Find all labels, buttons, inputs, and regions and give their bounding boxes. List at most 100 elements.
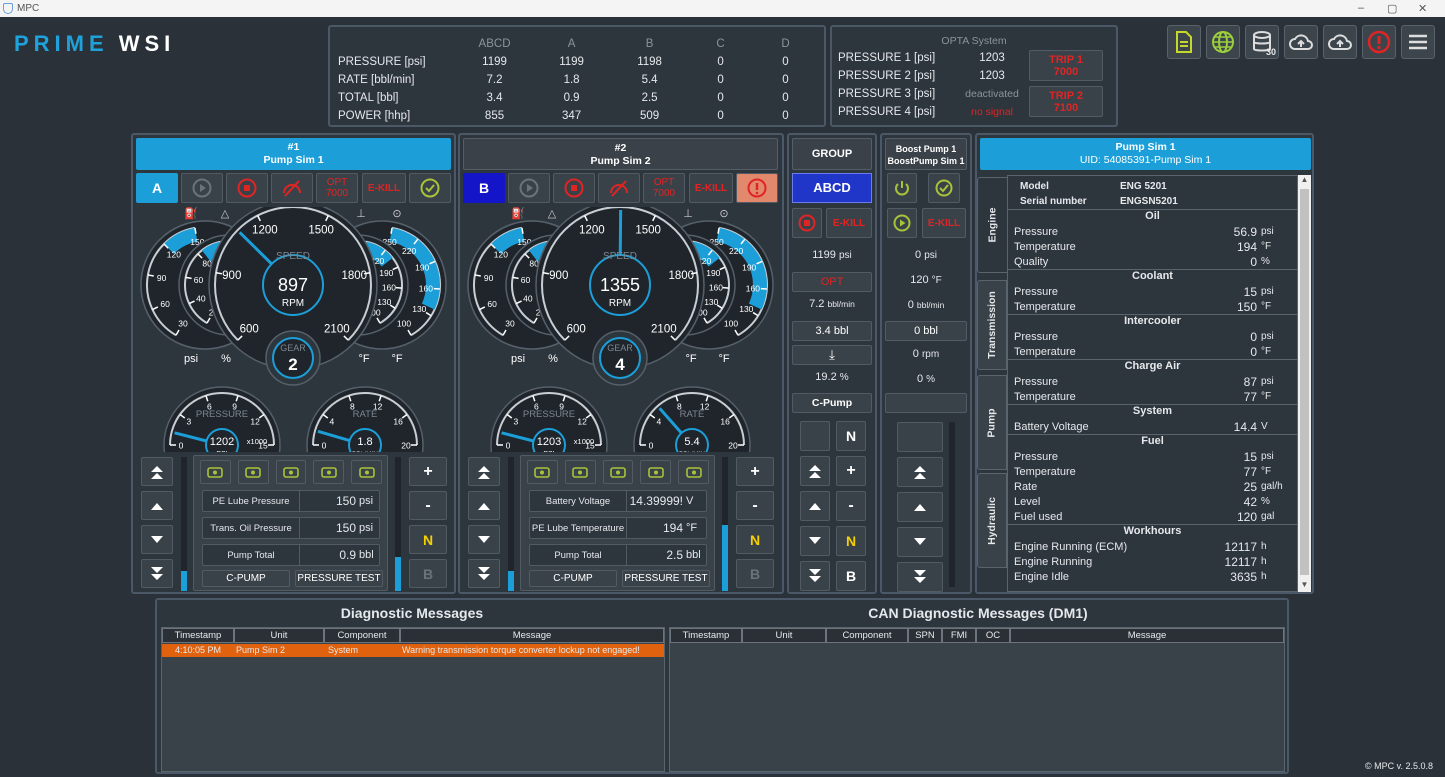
pump-letter-button[interactable]: B (463, 173, 505, 203)
group-n-button[interactable]: N (836, 421, 866, 451)
opt-button[interactable]: OPT 7000 (643, 173, 685, 203)
ok-button[interactable] (409, 173, 451, 203)
col-oc[interactable]: OC (976, 628, 1010, 643)
group-plus-button[interactable]: + (836, 456, 866, 486)
col-component[interactable]: Component (826, 628, 908, 643)
fast-down-button[interactable] (141, 559, 173, 588)
engine-status[interactable] (527, 460, 558, 484)
stop-button[interactable] (226, 173, 268, 203)
gauge-off-button[interactable] (271, 173, 313, 203)
pressure-test-button[interactable]: PRESSURE TEST (622, 570, 710, 587)
boost-up-button[interactable] (897, 492, 943, 522)
fast-up-button[interactable] (141, 457, 173, 486)
converge-status[interactable] (678, 460, 709, 484)
group-up-button[interactable] (800, 491, 830, 521)
gauge-off-button[interactable] (598, 173, 640, 203)
down-button[interactable] (468, 525, 500, 554)
plus-button[interactable]: + (409, 457, 447, 486)
group-opt-button[interactable]: OPT (792, 272, 872, 292)
minus-button[interactable]: - (736, 491, 774, 520)
detail-scrollbar[interactable]: ▲ ▼ (1298, 175, 1311, 592)
pressure-test-button[interactable]: PRESSURE TEST (295, 570, 383, 587)
up-button[interactable] (468, 491, 500, 520)
scroll-up-icon[interactable]: ▲ (1298, 175, 1311, 187)
neutral-button[interactable]: N (736, 525, 774, 554)
group-neutral-button[interactable]: N (836, 526, 866, 556)
trip2-button[interactable]: TRIP 2 7100 (1029, 86, 1103, 117)
ekill-button[interactable]: E-KILL (362, 173, 406, 203)
fast-down-button[interactable] (468, 559, 500, 588)
up-button[interactable] (141, 491, 173, 520)
trip1-button[interactable]: TRIP 1 7000 (1029, 50, 1103, 81)
group-fast-down-button[interactable] (800, 561, 830, 591)
boost-blank2-button[interactable] (897, 422, 943, 452)
plus-button[interactable]: + (736, 457, 774, 486)
maximize-button[interactable]: ▢ (1387, 2, 1397, 15)
b-button[interactable]: B (409, 559, 447, 588)
minimize-button[interactable]: – (1358, 2, 1364, 14)
cloud-upload-alt-button[interactable] (1323, 25, 1357, 59)
group-fast-up-button[interactable] (800, 456, 830, 486)
tab-pump[interactable]: Pump (977, 375, 1007, 470)
group-minus-button[interactable]: - (836, 491, 866, 521)
col-unit[interactable]: Unit (234, 628, 324, 643)
col-message[interactable]: Message (400, 628, 664, 643)
scroll-down-icon[interactable]: ▼ (1298, 580, 1311, 592)
col-message[interactable]: Message (1010, 628, 1284, 643)
group-ekill-button[interactable]: E-KILL (826, 208, 872, 238)
gear-status[interactable] (564, 460, 596, 484)
globe-button[interactable] (1206, 25, 1240, 59)
b-button[interactable]: B (736, 559, 774, 588)
group-b-button[interactable]: B (836, 561, 866, 591)
col-timestamp[interactable]: Timestamp (162, 628, 234, 643)
group-stop-button[interactable] (792, 208, 822, 238)
cloud-upload-button[interactable] (1284, 25, 1318, 59)
fast-up-button[interactable] (468, 457, 500, 486)
menu-button[interactable] (1401, 25, 1435, 59)
boost-fast-up-button[interactable] (897, 457, 943, 487)
opt-button[interactable]: OPT 7000 (316, 173, 358, 203)
database-button[interactable]: 30 (1245, 25, 1279, 59)
transmission-status[interactable] (640, 460, 672, 484)
group-abcd-button[interactable]: ABCD (792, 173, 872, 203)
warning-button[interactable] (736, 173, 778, 203)
gauge-status[interactable] (275, 460, 307, 484)
transmission-status[interactable] (313, 460, 345, 484)
tab-hydraulic[interactable]: Hydraulic (977, 473, 1007, 568)
col-unit[interactable]: Unit (742, 628, 826, 643)
stop-button[interactable] (553, 173, 595, 203)
boost-ok-button[interactable] (928, 173, 960, 203)
minus-button[interactable]: - (409, 491, 447, 520)
group-cpump-button[interactable]: C-Pump (792, 393, 872, 413)
group-down-button[interactable] (800, 526, 830, 556)
col-fmi[interactable]: FMI (942, 628, 976, 643)
down-button[interactable] (141, 525, 173, 554)
col-spn[interactable]: SPN (908, 628, 942, 643)
boost-fast-down-button[interactable] (897, 562, 943, 592)
boost-blank-button[interactable] (885, 393, 967, 413)
play-button[interactable] (181, 173, 223, 203)
boost-down-button[interactable] (897, 527, 943, 557)
boost-power-button[interactable] (887, 173, 917, 203)
gauge-status[interactable] (602, 460, 634, 484)
pump-letter-button[interactable]: A (136, 173, 178, 203)
alert-button[interactable] (1362, 25, 1396, 59)
document-button[interactable] (1167, 25, 1201, 59)
close-button[interactable]: ✕ (1418, 2, 1427, 15)
diag-row[interactable]: 4:10:05 PM Pump Sim 2 System Warning tra… (162, 644, 664, 657)
cpump-button[interactable]: C-PUMP (529, 570, 617, 587)
boost-ekill-button[interactable]: E-KILL (922, 208, 966, 238)
group-blank-button[interactable] (800, 421, 830, 451)
tab-transmission[interactable]: Transmission (977, 280, 1007, 370)
group-download-button[interactable]: ⤓ (792, 345, 872, 365)
converge-status[interactable] (351, 460, 382, 484)
col-component[interactable]: Component (324, 628, 400, 643)
ekill-button[interactable]: E-KILL (689, 173, 733, 203)
engine-status[interactable] (200, 460, 231, 484)
tab-engine[interactable]: Engine (977, 177, 1007, 273)
boost-play-button[interactable] (887, 208, 917, 238)
neutral-button[interactable]: N (409, 525, 447, 554)
scroll-thumb[interactable] (1300, 189, 1309, 575)
col-timestamp[interactable]: Timestamp (670, 628, 742, 643)
gear-status[interactable] (237, 460, 269, 484)
